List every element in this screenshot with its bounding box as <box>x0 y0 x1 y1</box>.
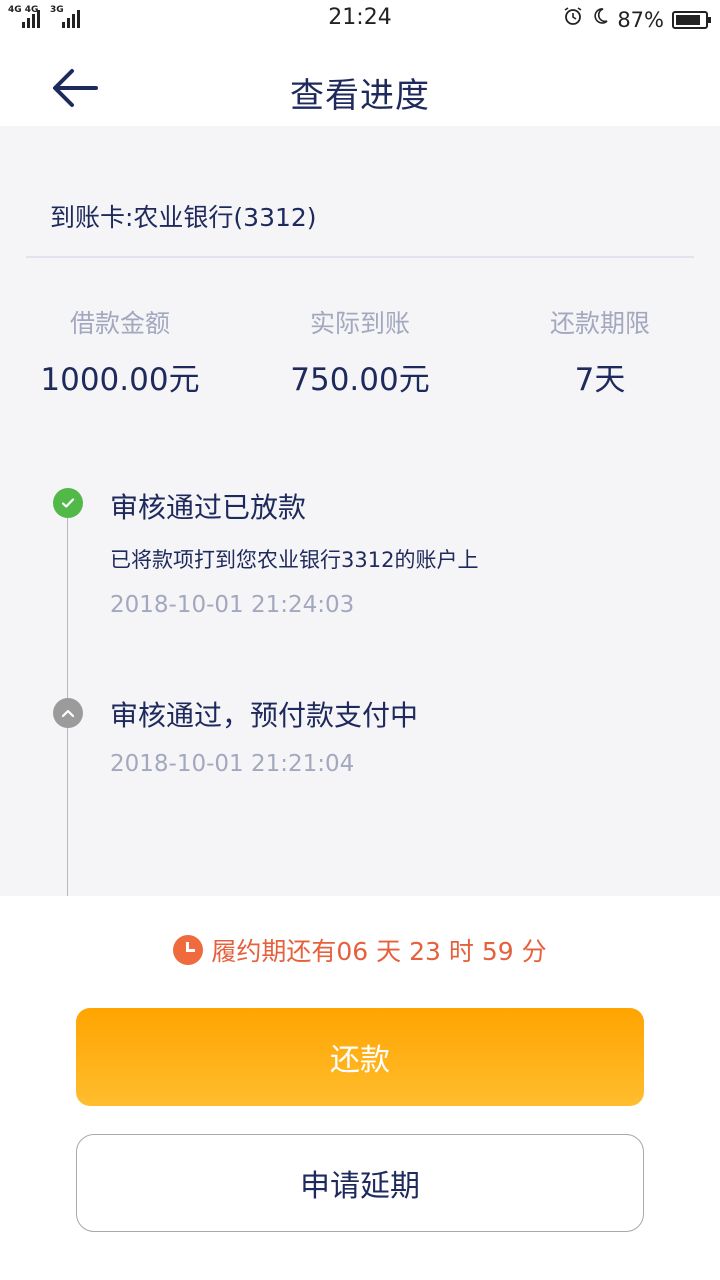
timeline-step-description: 已将款项打到您农业银行3312的账户上 <box>110 548 479 572</box>
apply-extension-button[interactable]: 申请延期 <box>76 1134 644 1232</box>
check-icon <box>53 488 83 518</box>
page-header: 查看进度 <box>0 38 720 126</box>
chevron-up-icon <box>53 698 83 728</box>
status-bar: 4G 4G 3G 21:24 87% <box>0 0 720 38</box>
stat-label: 借款金额 <box>69 309 170 338</box>
stat-label: 还款期限 <box>549 309 650 338</box>
clock-icon <box>173 935 204 965</box>
countdown-text: 履约期还有06 天 23 时 59 分 <box>211 937 547 966</box>
divider <box>26 256 694 258</box>
progress-panel: 到账卡:农业银行(3312) 借款金额 1000.00元 实际到账 750.00… <box>0 126 720 896</box>
stat-loan-amount: 借款金额 1000.00元 <box>0 304 240 399</box>
fulfillment-countdown: 履约期还有06 天 23 时 59 分 <box>0 932 720 968</box>
battery-fill <box>676 14 701 25</box>
stat-repayment-term: 还款期限 7天 <box>480 304 720 399</box>
timeline-step-title: 审核通过已放款 <box>110 491 307 524</box>
stat-value: 1000.00元 <box>40 362 200 398</box>
stat-label: 实际到账 <box>309 309 410 338</box>
moon-icon <box>591 7 609 32</box>
timeline-step-title: 审核通过，预付款支付中 <box>110 699 419 732</box>
timeline-step-time: 2018-10-01 21:24:03 <box>110 592 355 618</box>
battery-percentage: 87% <box>617 7 664 32</box>
timeline-step-time: 2018-10-01 21:21:04 <box>110 751 355 777</box>
stat-actual-received: 实际到账 750.00元 <box>240 304 480 399</box>
stat-value: 750.00元 <box>290 362 430 398</box>
receiving-card: 到账卡:农业银行(3312) <box>50 203 317 232</box>
stat-value: 7天 <box>574 362 626 398</box>
alarm-icon <box>563 6 583 33</box>
page-title: 查看进度 <box>290 76 430 116</box>
repay-button[interactable]: 还款 <box>76 1008 644 1106</box>
battery-icon <box>672 10 711 29</box>
